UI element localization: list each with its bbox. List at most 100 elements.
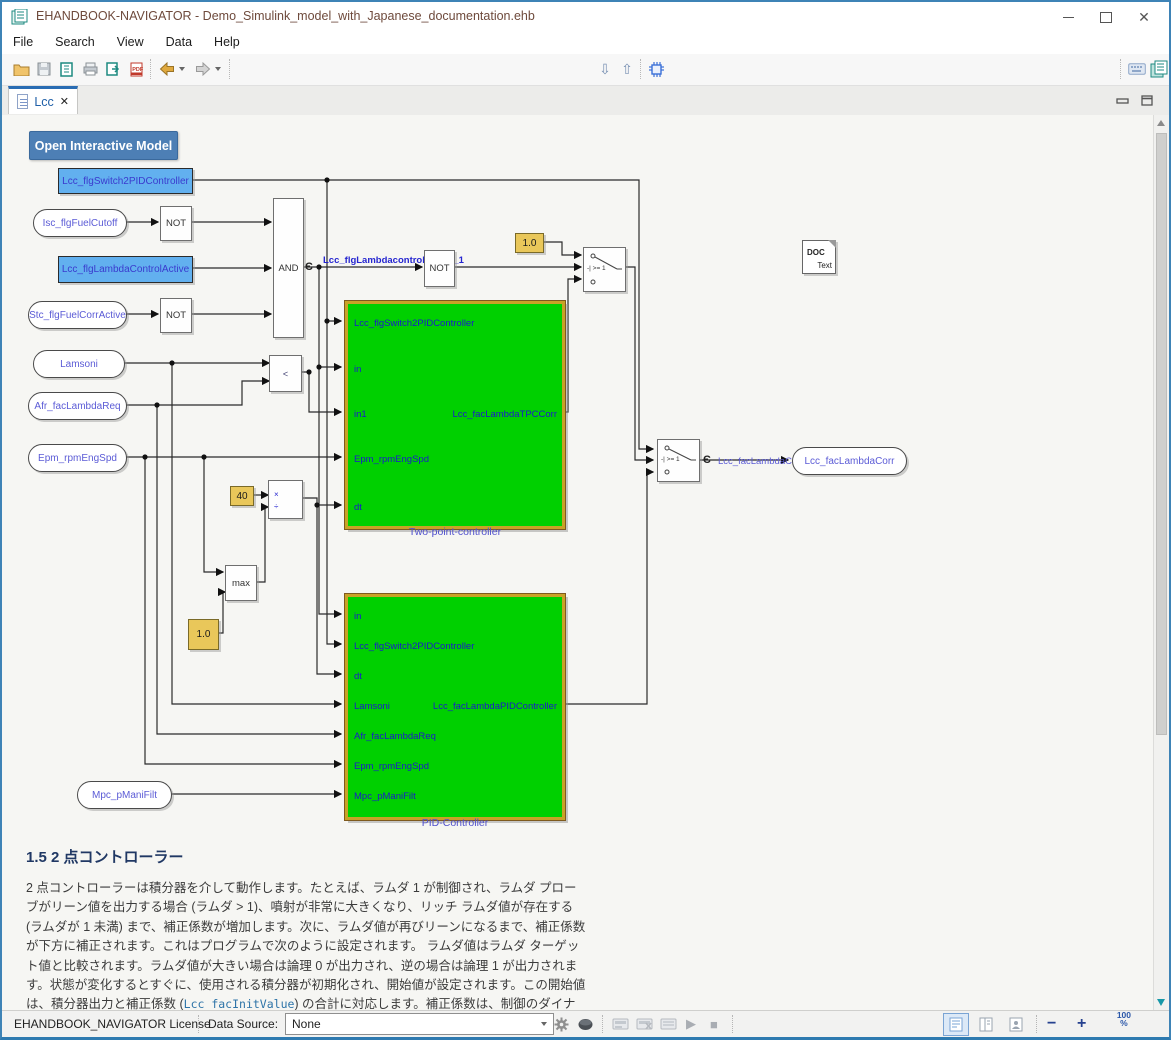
constant-1-0-a[interactable]: 1.0: [515, 233, 544, 253]
open-file-button[interactable]: [10, 58, 32, 80]
back-history-dropdown[interactable]: [176, 58, 188, 80]
data-source-package-icon[interactable]: [578, 1011, 593, 1037]
chevron-down-icon: [541, 1022, 547, 1026]
divide-block[interactable]: × ÷: [268, 480, 303, 519]
menu-search[interactable]: Search: [44, 32, 106, 49]
block-stc-flgfuelcorractive[interactable]: Stc_flgFuelCorrActive: [28, 301, 127, 329]
open-ehb-button[interactable]: [56, 58, 78, 80]
doc-block-line2: Text: [817, 261, 832, 270]
forward-button[interactable]: [192, 58, 214, 80]
switch-threshold-label: -| >= 1: [661, 456, 680, 463]
switch-block-1[interactable]: -| >= 1: [583, 247, 626, 292]
block-isc-flgfuelcutoff[interactable]: Isc_flgFuelCutoff: [33, 209, 127, 237]
block-lamsoni[interactable]: Lamsoni: [33, 350, 125, 378]
page-fold-icon: [828, 240, 836, 248]
keyboard-shortcuts-icon[interactable]: [1126, 58, 1148, 80]
block-lcc-flglambdacontrolactive[interactable]: Lcc_flgLambdaControlActive: [58, 256, 193, 283]
app-logo-icon: [11, 9, 28, 26]
max-block[interactable]: max: [225, 565, 257, 601]
single-page-view-button[interactable]: [943, 1013, 969, 1036]
switch-threshold-label: -| >= 1: [587, 265, 606, 272]
open-interactive-model-button[interactable]: Open Interactive Model: [29, 131, 178, 160]
block-lcc-flgswitch2pidcontroller[interactable]: Lcc_flgSwitch2PIDController: [58, 168, 193, 194]
block-caption: Two-point-controller: [348, 526, 562, 538]
port-label: in: [354, 611, 361, 622]
play-measurement-icon: ▶: [686, 1011, 696, 1037]
tab-lcc[interactable]: Lcc ✕: [8, 86, 78, 114]
port-label: Mpc_pManiFilt: [354, 791, 416, 802]
port-label: Lamsoni: [354, 701, 390, 712]
multiply-symbol: ×: [274, 491, 279, 499]
chip-model-button[interactable]: [645, 58, 667, 80]
window-minimize-button[interactable]: [1051, 6, 1085, 28]
vertical-scrollbar[interactable]: [1153, 115, 1169, 1011]
menu-file[interactable]: File: [2, 32, 44, 49]
menu-view[interactable]: View: [106, 32, 155, 49]
minimize-pane-icon[interactable]: [1116, 93, 1129, 111]
image-view-button[interactable]: [1003, 1013, 1029, 1036]
port-label: Epm_rpmEngSpd: [354, 454, 429, 465]
not-block-2[interactable]: NOT: [160, 298, 192, 333]
block-afr-faclambdareq[interactable]: Afr_facLambdaReq: [28, 392, 127, 420]
zoom-level-indicator[interactable]: 100 %: [1117, 1011, 1131, 1037]
pdf-export-button[interactable]: PDF: [125, 58, 147, 80]
find-next-button[interactable]: ⇩: [594, 58, 616, 80]
not-block-3[interactable]: NOT: [424, 250, 455, 287]
signal-tag-icon: Є: [703, 455, 711, 465]
split-view-button[interactable]: [973, 1013, 999, 1036]
not-block-1[interactable]: NOT: [160, 206, 192, 241]
stop-measurement-icon: ■: [710, 1011, 718, 1037]
data-source-dropdown[interactable]: None: [285, 1013, 554, 1035]
save-button[interactable]: [33, 58, 55, 80]
find-previous-button[interactable]: ⇧: [616, 58, 638, 80]
block-epm-rpmengspd[interactable]: Epm_rpmEngSpd: [28, 444, 127, 472]
signal-label-faclambdacorr: Lcc_facLambdaCorr: [718, 456, 804, 467]
scrollbar-thumb[interactable]: [1156, 133, 1167, 735]
subsystem-pid-controller[interactable]: in Lcc_flgSwitch2PIDController dt Lamson…: [345, 594, 565, 820]
less-than-symbol: <: [283, 369, 288, 379]
constant-40[interactable]: 40: [230, 486, 254, 506]
switch-block-2[interactable]: -| >= 1: [657, 439, 700, 482]
export-button[interactable]: [102, 58, 124, 80]
port-label: dt: [354, 502, 362, 513]
block-lcc-faclambdacorr-outport[interactable]: Lcc_facLambdaCorr: [792, 447, 907, 475]
subsystem-two-point-controller[interactable]: Lcc_flgSwitch2PIDController in in1 Epm_r…: [345, 301, 565, 529]
port-label: dt: [354, 671, 362, 682]
menu-data[interactable]: Data: [155, 32, 203, 49]
forward-history-dropdown[interactable]: [212, 58, 224, 80]
zoom-in-button[interactable]: +: [1077, 1011, 1097, 1037]
port-label: in: [354, 364, 361, 375]
port-label: Lcc_flgSwitch2PIDController: [354, 318, 474, 329]
port-label: Lcc_facLambdaPIDController: [433, 701, 557, 712]
settings-gear-icon[interactable]: [554, 1011, 569, 1037]
maximize-pane-icon[interactable]: [1141, 93, 1153, 111]
measure-remove-icon: [636, 1011, 653, 1037]
less-than-block[interactable]: <: [269, 355, 302, 392]
menu-help[interactable]: Help: [203, 32, 251, 49]
print-button[interactable]: [79, 58, 101, 80]
status-bar: EHANDBOOK_NAVIGATOR License Data Source:…: [2, 1010, 1169, 1037]
block-mpc-pmanifilt[interactable]: Mpc_pManiFilt: [77, 781, 172, 809]
port-label: Lcc_facLambdaTPCCorr: [452, 409, 557, 420]
simulink-diagram: Open Interactive Model Lcc_flgSwitch2PID…: [2, 115, 1154, 830]
svg-text:PDF: PDF: [132, 67, 143, 73]
license-status: EHANDBOOK_NAVIGATOR License: [14, 1011, 211, 1037]
constant-1-0-b[interactable]: 1.0: [188, 619, 219, 650]
data-source-value: None: [292, 1017, 321, 1031]
window-title: EHANDBOOK-NAVIGATOR - Demo_Simulink_mode…: [36, 9, 535, 23]
ehandbook-logo-icon: [1148, 58, 1170, 80]
doc-text-block[interactable]: DOC Text: [802, 240, 836, 274]
scroll-down-icon[interactable]: [1157, 999, 1165, 1006]
zoom-out-button[interactable]: −: [1047, 1011, 1067, 1037]
scroll-up-icon[interactable]: [1157, 120, 1165, 126]
window-maximize-button[interactable]: [1089, 6, 1123, 28]
back-button[interactable]: [156, 58, 178, 80]
zoom-percent-sign: %: [1120, 1019, 1128, 1027]
data-source-label: Data Source:: [208, 1011, 278, 1037]
tab-bar: Lcc ✕: [2, 86, 1169, 116]
tab-close-icon[interactable]: ✕: [60, 95, 69, 108]
and-block[interactable]: AND: [273, 198, 304, 338]
port-label: Epm_rpmEngSpd: [354, 761, 429, 772]
window-close-button[interactable]: ✕: [1127, 6, 1161, 28]
measure-config-icon: [612, 1011, 629, 1037]
